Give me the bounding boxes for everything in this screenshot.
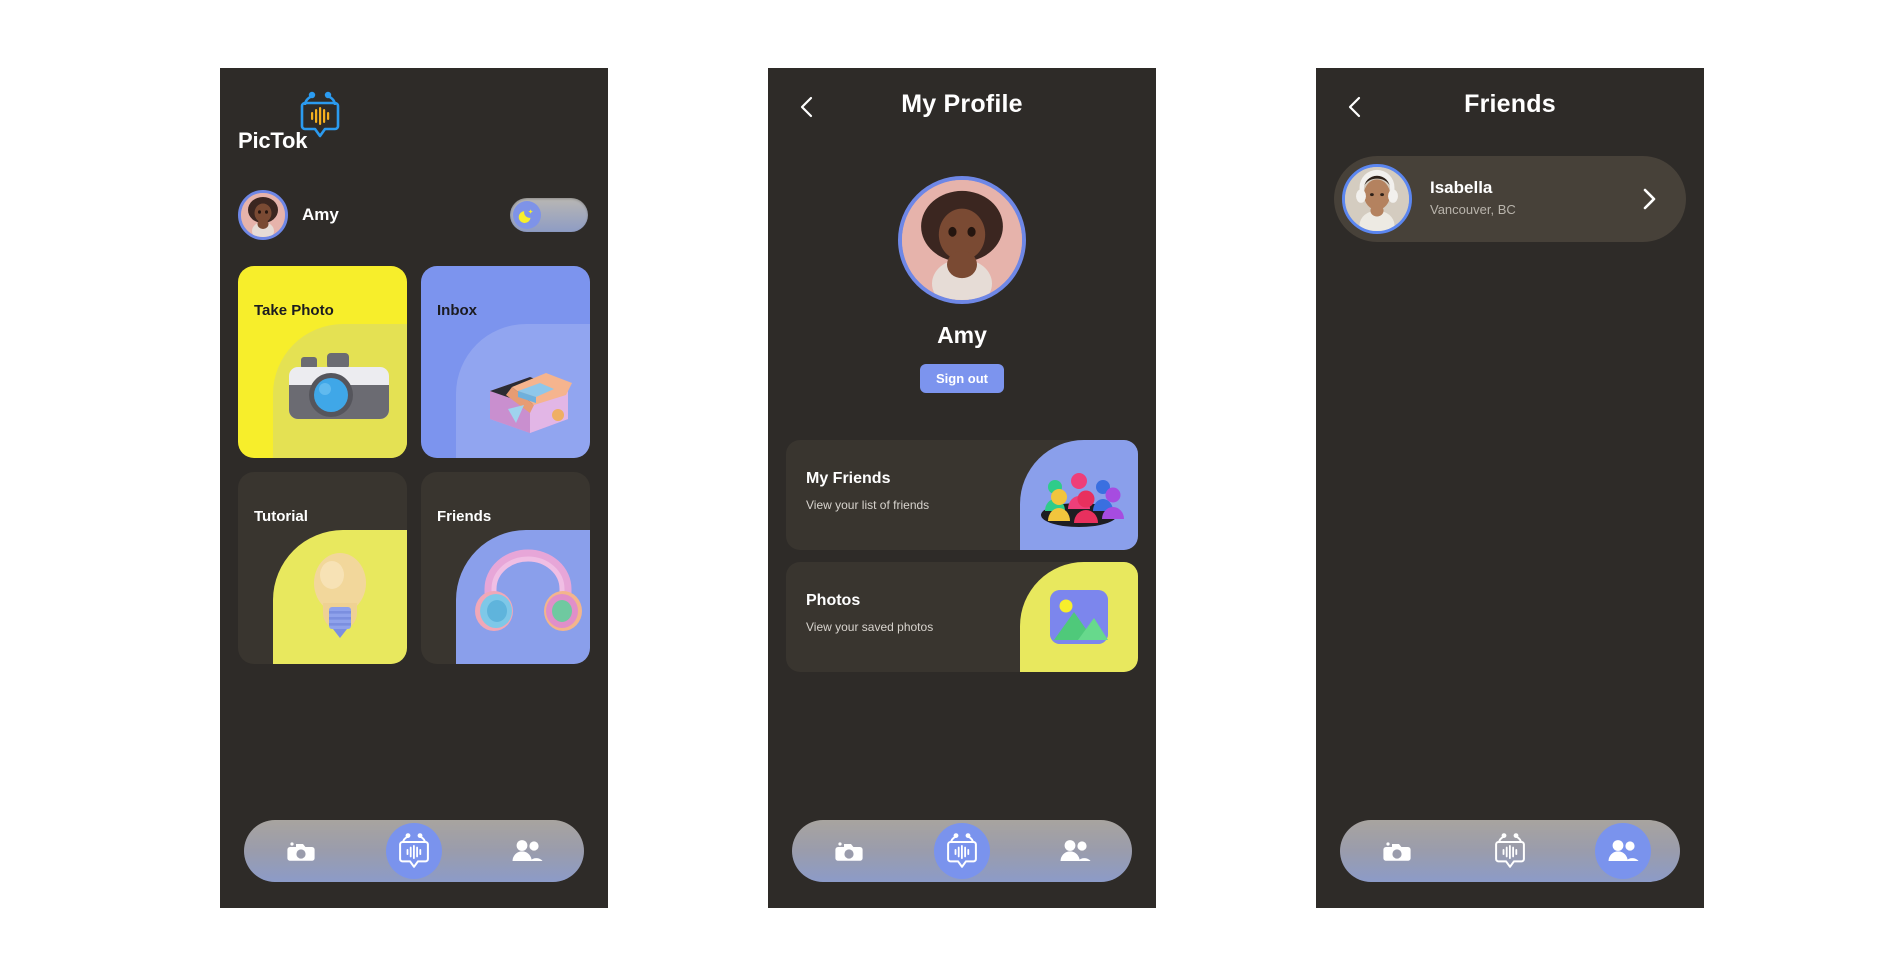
nav-friends-tab[interactable] [499,823,555,879]
card-label: Friends [437,508,492,525]
camera-3d-icon [279,341,399,436]
card-tutorial[interactable]: Tutorial [238,472,407,664]
people-icon [1060,840,1091,861]
card-take-photo[interactable]: Take Photo [238,266,407,458]
people-icon [512,840,543,861]
sign-out-button[interactable]: Sign out [920,364,1004,393]
pictok-book-wave-logo-icon [947,833,977,868]
home-card-grid: Take Photo Inbox Tutorial Friends [238,266,590,678]
nav-pictok-tab[interactable] [933,823,990,879]
profile-name: Amy [937,322,987,348]
card-label: Tutorial [254,508,308,525]
card-friends[interactable]: Friends [421,472,590,664]
menu-card-art-panel [1020,440,1138,550]
bottom-nav-friends [1340,820,1680,882]
open-box-3d-icon [468,339,586,440]
pictok-book-wave-logo-icon [399,833,429,868]
avatar [1342,164,1412,234]
screenshot-stage: PicTok Amy Take Photo Inbox Tutorial Fri… [0,0,1900,968]
image-3d-icon [1050,590,1108,644]
user-name: Amy [302,205,339,224]
card-row-1: Take Photo Inbox [238,266,590,458]
group-people-3d-icon [1041,473,1124,527]
menu-card-my-friends[interactable]: My Friends View your list of friends [786,440,1138,550]
friends-header: Friends [1316,68,1704,148]
dark-mode-toggle[interactable] [510,198,588,232]
card-label: Inbox [437,302,477,319]
card-inbox[interactable]: Inbox [421,266,590,458]
avatar[interactable] [898,176,1026,304]
current-user-row[interactable]: Amy [238,190,339,240]
bottom-nav-profile [792,820,1132,882]
lightbulb-3d-icon [305,545,375,650]
camera-icon [1383,842,1411,861]
camera-icon [287,842,315,861]
menu-card-photos[interactable]: Photos View your saved photos [786,562,1138,672]
menu-card-subtitle: View your list of friends [806,498,930,512]
page-title: Friends [1464,90,1556,118]
bottom-nav-home [244,820,584,882]
phone-screen-friends: Friends Isabella Vancouver, BC [1316,68,1704,908]
phone-screen-home: PicTok Amy Take Photo Inbox Tutorial Fri… [220,68,608,908]
friend-name: Isabella [1430,178,1493,197]
nav-friends-tab[interactable] [1595,823,1652,879]
menu-card-subtitle: View your saved photos [806,620,934,634]
nav-friends-tab[interactable] [1047,823,1103,879]
phone-screen-profile: My Profile Amy Sign out My Friends View … [768,68,1156,908]
toggle-knob [513,201,541,229]
app-brand: PicTok [238,90,438,156]
people-icon [1608,840,1639,861]
nav-camera-tab[interactable] [1369,823,1425,879]
friend-location: Vancouver, BC [1430,202,1516,217]
menu-card-title: My Friends [806,470,891,487]
page-title: My Profile [901,90,1023,118]
camera-icon [835,842,863,861]
menu-card-title: Photos [806,592,861,609]
chevron-right-icon[interactable] [1640,187,1664,211]
pictok-book-wave-logo-icon [1495,833,1525,868]
brand-name: PicTok [238,128,308,153]
headphones-3d-icon [470,543,588,640]
card-label: Take Photo [254,302,334,319]
avatar [238,190,288,240]
moon-icon [518,209,533,223]
nav-pictok-tab[interactable] [385,823,442,879]
profile-header: My Profile [768,68,1156,148]
pictok-book-wave-logo-icon [298,90,342,140]
nav-pictok-tab[interactable] [1482,823,1538,879]
card-row-2: Tutorial Friends [238,472,590,664]
list-item[interactable]: Isabella Vancouver, BC [1334,156,1686,242]
nav-camera-tab[interactable] [273,823,329,879]
nav-camera-tab[interactable] [821,823,877,879]
menu-card-art-panel [1020,562,1138,672]
